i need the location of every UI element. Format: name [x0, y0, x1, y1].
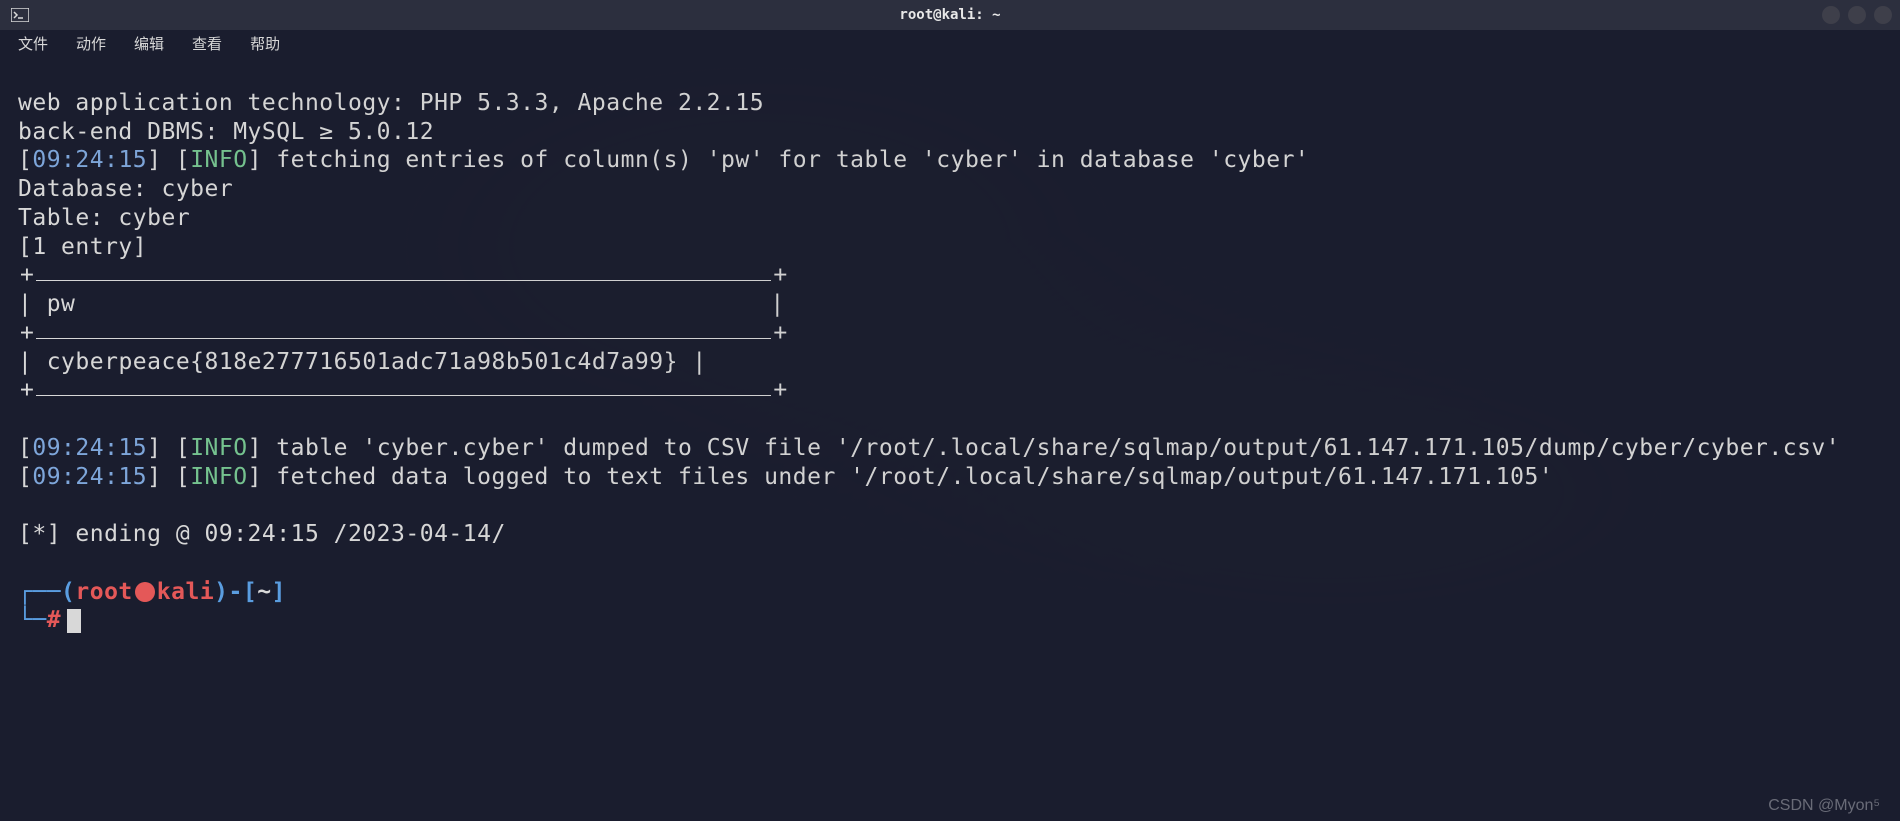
- close-button[interactable]: [1874, 6, 1892, 24]
- menu-help[interactable]: 帮助: [250, 33, 280, 54]
- output-line: Database: cyber: [18, 176, 233, 202]
- msg: fetching entries of column(s) 'pw' for t…: [276, 147, 1309, 173]
- msg: table 'cyber.cyber' dumped to CSV file '…: [276, 435, 1840, 461]
- loglevel: INFO: [190, 147, 247, 173]
- maximize-button[interactable]: [1848, 6, 1866, 24]
- titlebar: root@kali: ~: [0, 0, 1900, 30]
- timestamp: 09:24:15: [32, 464, 147, 490]
- timestamp: 09:24:15: [32, 147, 147, 173]
- minimize-button[interactable]: [1822, 6, 1840, 24]
- output-line: [09:24:15] [INFO] fetched data logged to…: [18, 464, 1553, 490]
- msg: fetched data logged to text files under …: [276, 464, 1553, 490]
- output-line: [09:24:15] [INFO] fetching entries of co…: [18, 147, 1309, 173]
- menu-view[interactable]: 查看: [192, 33, 222, 54]
- output-line: [1 entry]: [18, 234, 147, 260]
- output-line: [*] ending @ 09:24:15 /2023-04-14/: [18, 521, 506, 547]
- loglevel: INFO: [190, 435, 247, 461]
- skull-icon: [135, 582, 155, 602]
- cell-value: cyberpeace{818e277716501adc71a98b501c4d7…: [47, 348, 678, 377]
- window-controls: [1822, 6, 1892, 24]
- column-header: pw: [47, 290, 76, 319]
- watermark: CSDN @Myon⁵: [1768, 797, 1880, 815]
- terminal-icon: [8, 3, 32, 27]
- menu-action[interactable]: 动作: [76, 33, 106, 54]
- prompt-line-2: └─#: [18, 607, 81, 633]
- output-line: back-end DBMS: MySQL ≥ 5.0.12: [18, 119, 434, 145]
- output-line: web application technology: PHP 5.3.3, A…: [18, 90, 764, 116]
- menu-file[interactable]: 文件: [18, 33, 48, 54]
- menu-edit[interactable]: 编辑: [134, 33, 164, 54]
- loglevel: INFO: [190, 464, 247, 490]
- prompt-line-1: ┌──(rootkali)-[~]: [18, 579, 286, 605]
- output-line: [09:24:15] [INFO] table 'cyber.cyber' du…: [18, 435, 1840, 461]
- output-line: Table: cyber: [18, 205, 190, 231]
- timestamp: 09:24:15: [32, 435, 147, 461]
- result-table: ++| pw|++| cyberpeace{818e277716501adc71…: [18, 261, 1882, 405]
- terminal-area[interactable]: web application technology: PHP 5.3.3, A…: [0, 56, 1900, 639]
- window-title: root@kali: ~: [899, 7, 1000, 23]
- cursor: [67, 609, 81, 633]
- menubar: 文件 动作 编辑 查看 帮助: [0, 30, 1900, 56]
